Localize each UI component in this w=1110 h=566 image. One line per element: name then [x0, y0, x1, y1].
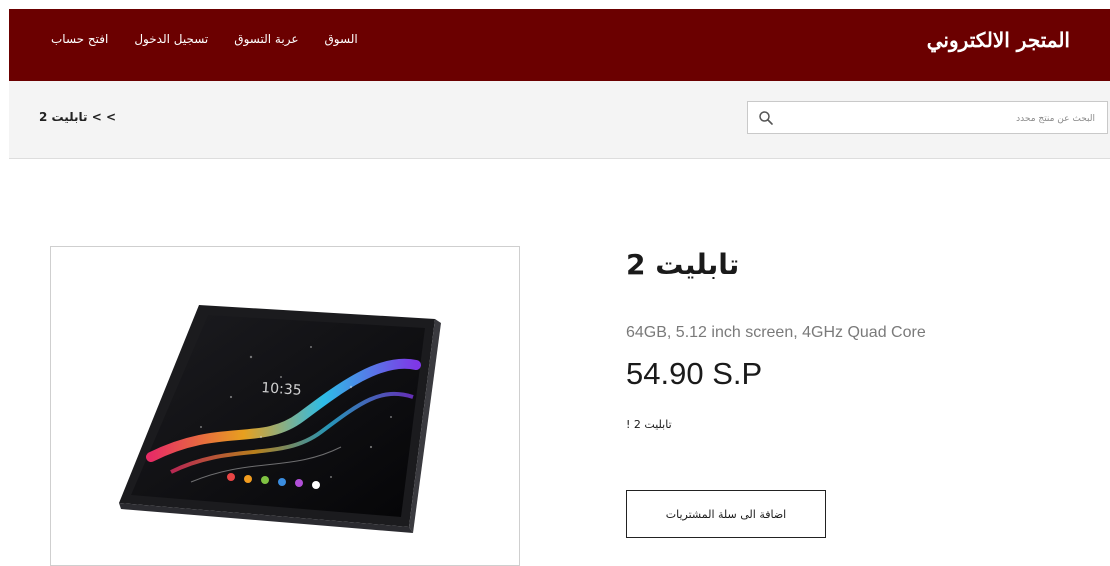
nav-link-market[interactable]: السوق — [324, 32, 357, 46]
tablet-illustration: 10:35 — [119, 305, 441, 533]
product-specs: 64GB, 5.12 inch screen, 4GHz Quad Core — [626, 324, 926, 341]
search-icon[interactable] — [758, 110, 774, 126]
product-image: 10:35 — [50, 246, 520, 566]
main-nav: السوق عربة التسوق تسجيل الدخول افتح حساب — [51, 9, 358, 81]
sub-header: تابليت 2 < < — [9, 81, 1110, 159]
nav-link-register[interactable]: افتح حساب — [51, 32, 108, 46]
product-price: 54.90 S.P — [626, 356, 763, 391]
product-description: تابليت 2 ! — [626, 418, 672, 431]
site-brand[interactable]: المتجر الالكتروني — [927, 9, 1070, 81]
search-input[interactable] — [793, 102, 1097, 135]
nav-link-login[interactable]: تسجيل الدخول — [134, 32, 208, 46]
svg-text:10:35: 10:35 — [261, 380, 302, 399]
search-box — [747, 101, 1108, 135]
product-title: تابليت 2 — [626, 248, 740, 281]
breadcrumb: تابليت 2 < < — [39, 110, 117, 124]
top-navbar: السوق عربة التسوق تسجيل الدخول افتح حساب… — [9, 9, 1110, 81]
nav-link-cart[interactable]: عربة التسوق — [234, 32, 298, 46]
add-to-cart-button[interactable]: اضافة الى سلة المشتريات — [626, 490, 826, 538]
